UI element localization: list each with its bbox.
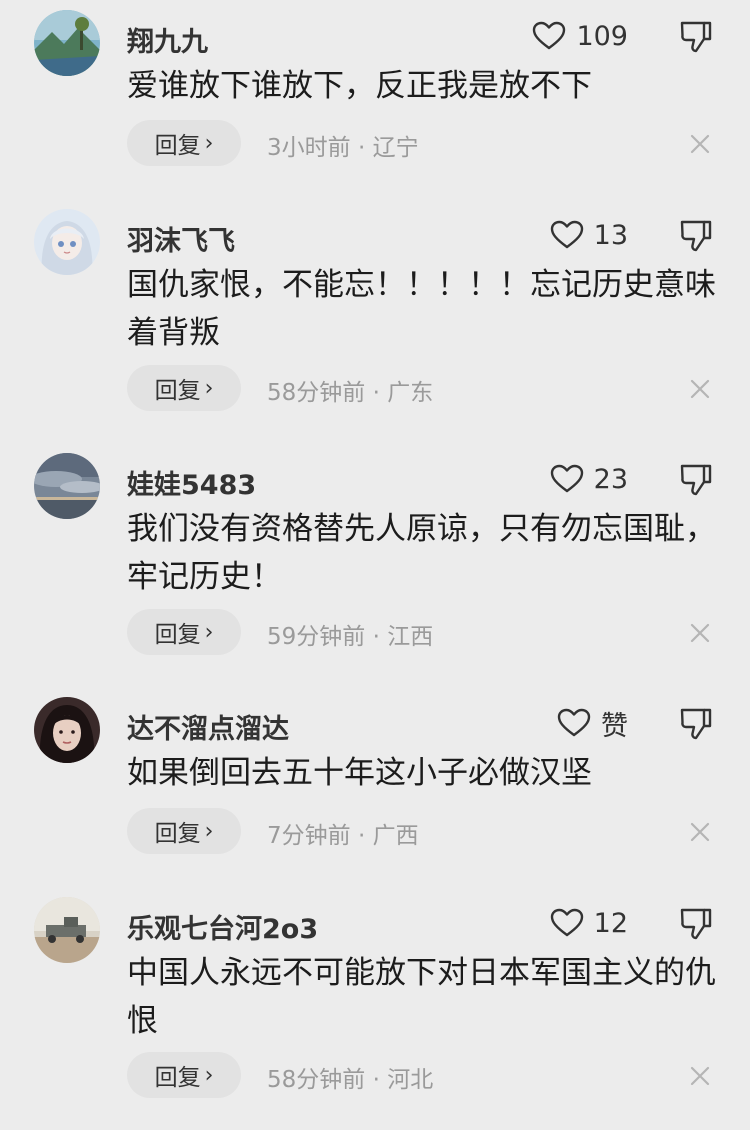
username[interactable]: 达不溜点溜达 xyxy=(127,707,289,746)
vehicle-avatar-icon xyxy=(34,897,100,963)
meta-separator: · xyxy=(350,135,373,161)
time-location: 58分钟前 · 河北 xyxy=(267,1060,433,1094)
reply-label: 回复 xyxy=(154,821,201,847)
like-button[interactable]: 23 xyxy=(550,459,628,499)
thumbs-down-icon xyxy=(680,21,712,53)
heart-icon xyxy=(550,220,583,249)
meta-separator: · xyxy=(365,380,388,406)
thumbs-down-icon xyxy=(680,220,712,252)
comment-time: 59分钟前 xyxy=(267,624,366,650)
username[interactable]: 娃娃5483 xyxy=(127,463,256,502)
comment-location: 广西 xyxy=(372,823,419,849)
chevron-right-icon: › xyxy=(204,130,214,156)
dislike-button[interactable] xyxy=(678,461,714,497)
comment-item: 达不溜点溜达 赞 如果倒回去五十年这小子必做汉坚 回复 › 7分钟前 · 广西 xyxy=(0,697,750,867)
reply-label: 回复 xyxy=(154,1065,201,1091)
reply-button[interactable]: 回复 › xyxy=(127,808,241,854)
reply-button[interactable]: 回复 › xyxy=(127,365,241,411)
comment-text: 爱谁放下谁放下，反正我是放不下 xyxy=(127,68,592,104)
username[interactable]: 翔九九 xyxy=(127,20,208,59)
like-button[interactable]: 12 xyxy=(550,903,628,943)
comment-list: 翔九九 109 爱谁放下谁放下，反正我是放不下 回复 › 3小时前 · 辽宁 羽… xyxy=(0,0,750,1130)
comment-item: 娃娃5483 23 我们没有资格替先人原谅，只有勿忘国耻，牢记历史！ 回复 › … xyxy=(0,453,750,663)
chevron-right-icon: › xyxy=(204,1062,214,1088)
close-button[interactable] xyxy=(688,621,712,645)
comment-text: 我们没有资格替先人原谅，只有勿忘国耻，牢记历史！ xyxy=(127,511,716,595)
heart-icon xyxy=(533,21,566,50)
comment-item: 乐观七台河2o3 12 中国人永远不可能放下对日本军国主义的仇恨 回复 › 58… xyxy=(0,897,750,1107)
like-button[interactable]: 赞 xyxy=(557,703,628,743)
like-button[interactable]: 13 xyxy=(550,215,628,255)
username[interactable]: 羽沫飞飞 xyxy=(127,219,235,258)
reply-button[interactable]: 回复 › xyxy=(127,1052,241,1098)
time-location: 7分钟前 · 广西 xyxy=(267,816,419,850)
heart-icon xyxy=(550,908,583,937)
comment-text: 国仇家恨，不能忘！！！！！忘记历史意味着背叛 xyxy=(127,267,716,351)
close-icon xyxy=(690,379,710,399)
avatar[interactable] xyxy=(34,453,100,519)
dislike-button[interactable] xyxy=(678,705,714,741)
thumbs-down-icon xyxy=(680,708,712,740)
avatar[interactable] xyxy=(34,10,100,76)
close-icon xyxy=(690,1066,710,1086)
comment-location: 广东 xyxy=(387,380,434,406)
heart-icon xyxy=(550,464,583,493)
close-icon xyxy=(690,623,710,643)
comment-time: 3小时前 xyxy=(267,135,351,161)
chevron-right-icon: › xyxy=(204,619,214,645)
sky-avatar-icon xyxy=(34,453,100,519)
thumbs-down-icon xyxy=(680,908,712,940)
comment-time: 58分钟前 xyxy=(267,1067,366,1093)
like-count: 23 xyxy=(593,463,628,495)
close-button[interactable] xyxy=(688,377,712,401)
like-count: 13 xyxy=(593,219,628,251)
reply-label: 回复 xyxy=(154,378,201,404)
comment-text: 如果倒回去五十年这小子必做汉坚 xyxy=(127,755,592,791)
time-location: 59分钟前 · 江西 xyxy=(267,617,433,651)
comment-location: 江西 xyxy=(387,624,434,650)
comment-item: 羽沫飞飞 13 国仇家恨，不能忘！！！！！忘记历史意味着背叛 回复 › 58分钟… xyxy=(0,209,750,419)
close-icon xyxy=(690,822,710,842)
like-button[interactable]: 109 xyxy=(532,16,628,56)
avatar[interactable] xyxy=(34,897,100,963)
avatar[interactable] xyxy=(34,697,100,763)
time-location: 3小时前 · 辽宁 xyxy=(267,128,419,162)
dislike-button[interactable] xyxy=(678,217,714,253)
chevron-right-icon: › xyxy=(204,818,214,844)
dislike-button[interactable] xyxy=(678,18,714,54)
reply-label: 回复 xyxy=(154,133,201,159)
meta-separator: · xyxy=(365,624,388,650)
avatar[interactable] xyxy=(34,209,100,275)
comment-item: 翔九九 109 爱谁放下谁放下，反正我是放不下 回复 › 3小时前 · 辽宁 xyxy=(0,10,750,180)
woman-avatar-icon xyxy=(34,697,100,763)
like-count: 赞 xyxy=(601,710,628,742)
meta-separator: · xyxy=(365,1067,388,1093)
dislike-button[interactable] xyxy=(678,905,714,941)
close-icon xyxy=(690,134,710,154)
chevron-right-icon: › xyxy=(204,375,214,401)
like-count: 109 xyxy=(576,20,628,52)
reply-button[interactable]: 回复 › xyxy=(127,120,241,166)
comment-location: 河北 xyxy=(387,1067,434,1093)
close-button[interactable] xyxy=(688,1064,712,1088)
comment-text: 中国人永远不可能放下对日本军国主义的仇恨 xyxy=(127,955,716,1039)
anime-girl-avatar-icon xyxy=(34,209,100,275)
close-button[interactable] xyxy=(688,132,712,156)
time-location: 58分钟前 · 广东 xyxy=(267,373,433,407)
username[interactable]: 乐观七台河2o3 xyxy=(127,907,318,946)
comment-time: 58分钟前 xyxy=(267,380,366,406)
heart-icon xyxy=(557,708,591,737)
close-button[interactable] xyxy=(688,820,712,844)
reply-button[interactable]: 回复 › xyxy=(127,609,241,655)
thumbs-down-icon xyxy=(680,464,712,496)
meta-separator: · xyxy=(350,823,373,849)
landscape-avatar-icon xyxy=(34,10,100,76)
like-count: 12 xyxy=(593,907,628,939)
comment-location: 辽宁 xyxy=(372,135,419,161)
reply-label: 回复 xyxy=(154,622,201,648)
comment-time: 7分钟前 xyxy=(267,823,351,849)
